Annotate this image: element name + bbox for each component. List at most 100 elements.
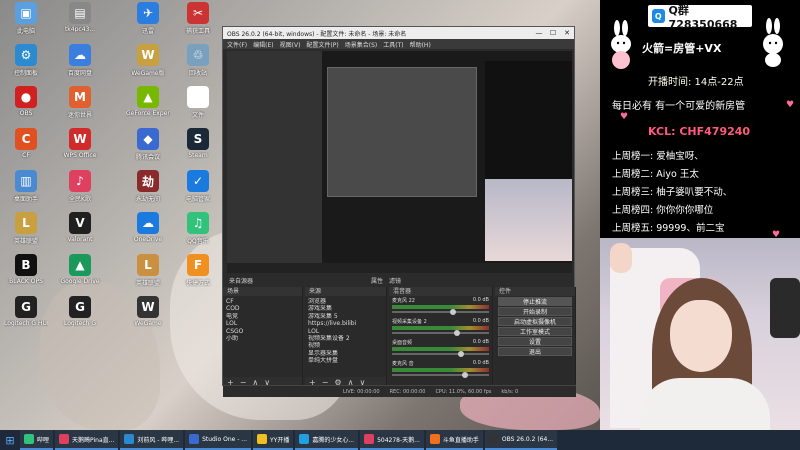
- menu-item[interactable]: 配置文件(P): [306, 40, 338, 49]
- desktop-icon[interactable]: C CF: [4, 128, 48, 174]
- maximize-icon[interactable]: ☐: [546, 29, 560, 37]
- desktop-icon[interactable]: V Valorant: [58, 212, 102, 258]
- scene-item[interactable]: CSGO: [226, 328, 299, 335]
- taskbar-app[interactable]: 刘前风 - 哔哩...: [120, 430, 184, 450]
- desktop-icon[interactable]: S Steam: [176, 128, 220, 174]
- volume-slider[interactable]: [392, 351, 489, 357]
- app-icon: W: [137, 296, 159, 318]
- minimize-icon[interactable]: —: [532, 29, 546, 37]
- source-item[interactable]: 视频采集设备 2: [308, 335, 383, 342]
- obs-preview[interactable]: [227, 51, 572, 273]
- desktop-icon[interactable]: W WeGame版: [126, 44, 170, 90]
- source-item[interactable]: 游戏采集 5: [308, 313, 383, 320]
- desktop-icon[interactable]: ✂ 捕获工具: [176, 2, 220, 48]
- menu-item[interactable]: 帮助(H): [410, 40, 431, 49]
- menu-item[interactable]: 文件(F): [227, 40, 247, 49]
- desktop-icon[interactable]: G Logitech G: [58, 296, 102, 342]
- source-item[interactable]: 显示器采集: [308, 350, 383, 357]
- obs-source-toolbar: 来自源器 属性 滤镜: [227, 275, 572, 285]
- desktop-icon[interactable]: ◆ 腾讯会议: [126, 128, 170, 174]
- desktop-icon[interactable]: ♪ 全民K歌: [58, 170, 102, 216]
- source-item[interactable]: 单纯大拼盘: [308, 357, 383, 364]
- scene-item[interactable]: LOL: [226, 320, 299, 327]
- desktop-icon[interactable]: ⚙ 控制面板: [4, 44, 48, 90]
- desktop-icon[interactable]: B BLACK OPS: [4, 254, 48, 300]
- desktop-icon[interactable]: 劫永劫无间: [126, 170, 170, 216]
- desktop-icon[interactable]: F 快捷方式: [176, 254, 220, 300]
- desktop-icon-label: 文件: [191, 112, 204, 119]
- taskbar-apps: 哔哩 天鹅畸Pina直... 刘前风 - 哔哩... Studio One - ...…: [20, 430, 559, 450]
- source-item[interactable]: https://live.bilibi: [308, 320, 383, 327]
- app-icon: [124, 434, 135, 444]
- desktop-icon-label: WeGame: [134, 320, 162, 327]
- desktop-icon[interactable]: ▲ GeForce Experience: [126, 86, 170, 132]
- desktop-icon[interactable]: ▣ 此电脑: [4, 2, 48, 48]
- desktop-icon[interactable]: ✓ 电脑管家: [176, 170, 220, 216]
- control-button[interactable]: 开始录制: [498, 307, 572, 316]
- preview-webcam: [485, 179, 572, 261]
- app-icon: ⚙: [15, 44, 37, 66]
- source-item[interactable]: 浏览器: [308, 298, 383, 305]
- preview-desktop-capture: [227, 51, 322, 273]
- source-item[interactable]: 游戏采集: [308, 305, 383, 312]
- control-button[interactable]: 设置: [498, 337, 572, 346]
- desktop-icon[interactable]: ▲ Google Drive: [58, 254, 102, 300]
- volume-slider[interactable]: [392, 309, 489, 315]
- slider-handle[interactable]: [454, 330, 461, 336]
- control-button[interactable]: 工作室模式: [498, 327, 572, 336]
- desktop-icon-label: 全民K歌: [69, 196, 91, 203]
- taskbar-app-label: 刘前风 - 哔哩...: [137, 436, 180, 444]
- control-button[interactable]: 停止推流: [498, 297, 572, 306]
- volume-slider[interactable]: [392, 372, 489, 378]
- taskbar-app[interactable]: YY开播: [253, 430, 294, 450]
- scene-item[interactable]: COD: [226, 305, 299, 312]
- desktop-icon[interactable]: ☁ 百度网盘: [58, 44, 102, 90]
- desktop-icon[interactable]: ☁ OneDrive: [126, 212, 170, 258]
- source-item[interactable]: 视频: [308, 342, 383, 349]
- properties-button[interactable]: 属性: [371, 276, 383, 285]
- desktop-icon[interactable]: ♲ 回收站: [176, 44, 220, 90]
- taskbar-app[interactable]: 斗鱼直播助手: [425, 430, 483, 450]
- menu-item[interactable]: 工具(T): [383, 40, 403, 49]
- taskbar-app[interactable]: 哔哩: [20, 430, 54, 450]
- volume-slider[interactable]: [392, 330, 489, 336]
- desktop-icon-label: 控制面板: [13, 70, 38, 77]
- mixer-dock-title: 混音器: [389, 287, 492, 296]
- desktop-icon[interactable]: ▤ tk4pc43...: [58, 2, 102, 48]
- menu-item[interactable]: 编辑(E): [253, 40, 273, 49]
- control-button[interactable]: 退出: [498, 347, 572, 356]
- slider-handle[interactable]: [461, 372, 468, 378]
- slider-handle[interactable]: [457, 351, 464, 357]
- taskbar-app-label: YY开播: [270, 436, 290, 444]
- desktop-icon[interactable]: ▥ 桌面助手: [4, 170, 48, 216]
- scene-item[interactable]: 小助: [226, 335, 299, 342]
- desktop-icon[interactable]: G Logitech G HUB: [4, 296, 48, 342]
- taskbar-app[interactable]: 天鹅畸Pina直...: [55, 430, 119, 450]
- slider-handle[interactable]: [450, 309, 457, 315]
- obs-window[interactable]: OBS 26.0.2 (64-bit, windows) - 配置文件: 未命名…: [222, 26, 576, 397]
- source-item[interactable]: LOL: [308, 328, 383, 335]
- desktop-icon[interactable]: L 英雄联盟: [4, 212, 48, 258]
- desktop-icon[interactable]: ✈ 迅雷: [126, 2, 170, 48]
- desktop-icon[interactable]: ▦ 文件: [176, 86, 220, 132]
- taskbar-app[interactable]: 嘉腾的少女心...: [295, 430, 359, 450]
- desktop-icon[interactable]: M 迷你世界: [58, 86, 102, 132]
- menu-item[interactable]: 场景集合(S): [345, 40, 378, 49]
- scene-item[interactable]: 电竞: [226, 313, 299, 320]
- close-icon[interactable]: ✕: [560, 29, 574, 37]
- taskbar-app[interactable]: Studio One - ...: [185, 430, 252, 450]
- desktop-icon[interactable]: ● OBS: [4, 86, 48, 132]
- scene-item[interactable]: CF: [226, 298, 299, 305]
- control-button[interactable]: 启动虚拟摄像机: [498, 317, 572, 326]
- desktop-icon[interactable]: W WPS Office: [58, 128, 102, 174]
- taskbar-app[interactable]: OBS 26.0.2 (64...: [484, 430, 558, 450]
- desktop-icon[interactable]: ♫ QQ音乐: [176, 212, 220, 258]
- start-button[interactable]: ⊞: [0, 430, 20, 450]
- rank-entry: 上周榜二: Aiyo 王太: [612, 169, 699, 180]
- filters-button[interactable]: 滤镜: [389, 276, 401, 285]
- menu-item[interactable]: 视图(V): [280, 40, 301, 49]
- taskbar-app[interactable]: 504278-天鹅...: [360, 430, 424, 450]
- obs-titlebar[interactable]: OBS 26.0.2 (64-bit, windows) - 配置文件: 未命名…: [223, 27, 574, 39]
- desktop-icon[interactable]: L 英雄联盟: [126, 254, 170, 300]
- desktop-icon[interactable]: W WeGame: [126, 296, 170, 342]
